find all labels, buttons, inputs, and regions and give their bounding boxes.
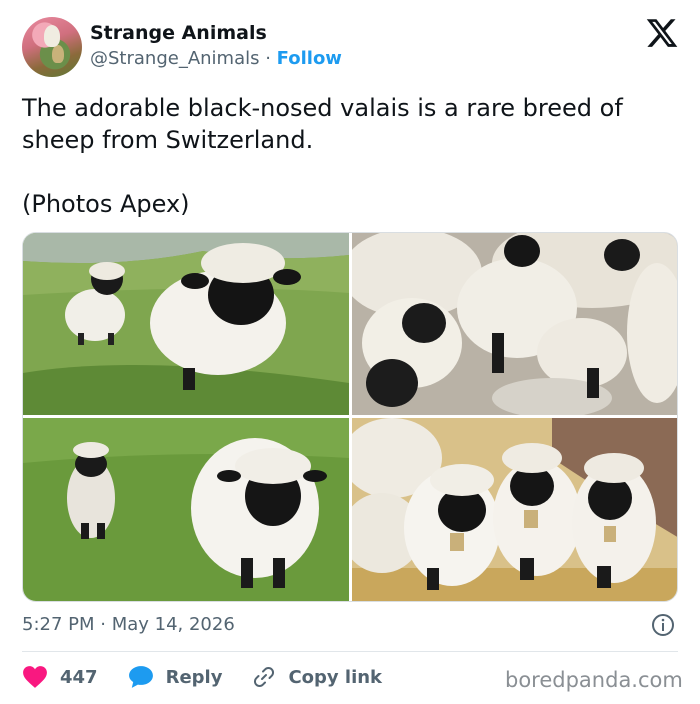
follow-button[interactable]: Follow: [277, 48, 342, 69]
reply-button[interactable]: Reply: [128, 665, 223, 689]
x-logo-icon[interactable]: [645, 16, 679, 50]
copy-link-label: Copy link: [288, 666, 383, 688]
reply-label: Reply: [165, 666, 223, 688]
heart-icon: [23, 666, 47, 688]
handle-separator: ·: [259, 48, 277, 69]
tweet-text: The adorable black-nosed valais is a rar…: [22, 94, 623, 218]
photo-2[interactable]: [352, 233, 677, 415]
copy-link-button[interactable]: Copy link: [252, 665, 382, 689]
handle-row: @Strange_Animals · Follow: [90, 48, 342, 69]
photo-4[interactable]: [352, 418, 677, 601]
action-bar: 447 Reply Copy link: [22, 662, 412, 692]
display-name[interactable]: Strange Animals: [90, 22, 267, 44]
divider: [22, 651, 678, 652]
info-icon[interactable]: [651, 613, 675, 637]
avatar[interactable]: [22, 17, 82, 77]
link-icon: [254, 666, 275, 688]
tweet-card: Strange Animals @Strange_Animals · Follo…: [0, 0, 700, 704]
photo-3[interactable]: [23, 418, 349, 601]
like-button[interactable]: 447: [22, 665, 98, 689]
reply-bubble-icon: [128, 666, 153, 688]
photo-1[interactable]: [23, 233, 349, 415]
handle[interactable]: @Strange_Animals: [90, 48, 260, 69]
photo-grid: [22, 232, 678, 602]
watermark: boredpanda.com: [505, 668, 683, 692]
like-count: 447: [60, 666, 98, 688]
timestamp[interactable]: 5:27 PM · May 14, 2026: [22, 614, 235, 635]
